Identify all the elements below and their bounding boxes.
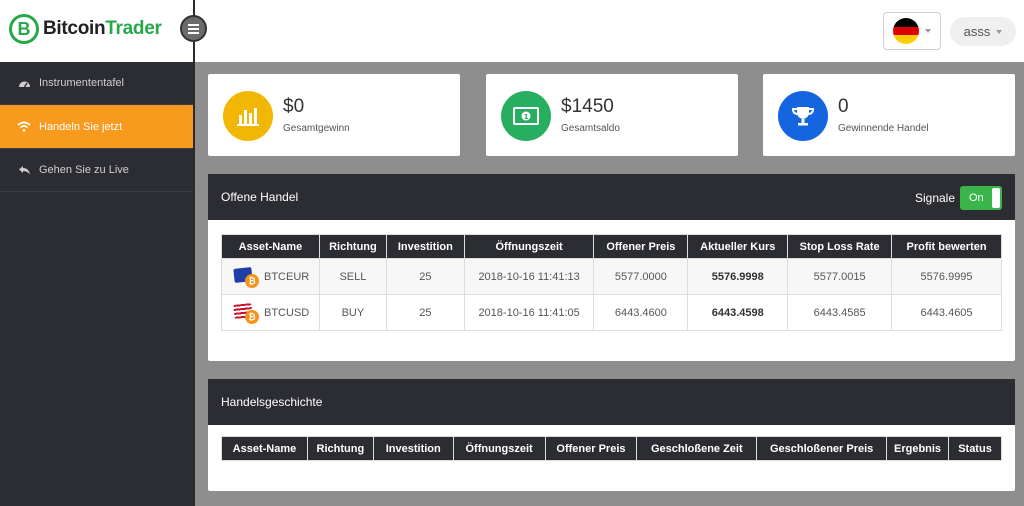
column-header[interactable]: Asset-Name [221,234,320,259]
winning-trades-label: Gewinnende Handel [838,123,929,134]
column-header[interactable]: Stop Loss Rate [787,234,893,259]
money-icon: 1 [501,91,551,141]
asset-cell: ₿ BTCEUR [221,258,320,295]
column-header[interactable]: Asset-Name [221,436,308,461]
open-trades-panel: Offene Handel Signale On Asset-Name Rich… [208,174,1015,361]
sidebar-item-trade-now[interactable]: Handeln Sie jetzt [0,105,193,149]
asset-name: BTCEUR [264,270,310,283]
column-header[interactable]: Richtung [318,234,387,259]
sidebar-divider [193,0,195,506]
table-header-row: Asset-Name Richtung Investition Öffnungs… [221,436,1002,461]
profit-cell: 5576.9995 [891,258,1002,295]
germany-flag-icon [893,18,919,44]
reply-icon [17,163,31,177]
user-menu-button[interactable]: asss [950,17,1016,46]
trade-history-header: Handelsgeschichte [208,379,1015,425]
open-trades-header: Offene Handel Signale On [208,174,1015,220]
stat-card-winning-trades: 0 Gewinnende Handel [763,74,1015,156]
column-header[interactable]: Ergebnis [886,436,949,461]
top-bar: B BitcoinTrader asss [0,0,1024,62]
asset-cell: ₿ BTCUSD [221,294,320,331]
open-trades-table: Asset-Name Richtung Investition Öffnungs… [221,234,1002,331]
signal-toggle[interactable]: On [960,186,1002,210]
bitcoin-logo-icon: B [9,14,39,44]
table-row[interactable]: ₿ BTCEUR SELL 25 2018-10-16 11:41:13 557… [221,258,1002,295]
chevron-down-icon [925,29,931,33]
column-header[interactable]: Status [948,436,1002,461]
table-header-row: Asset-Name Richtung Investition Öffnungs… [221,234,1002,259]
column-header[interactable]: Geschloßener Preis [756,436,888,461]
column-header[interactable]: Aktueller Kurs [687,234,789,259]
profit-cell: 6443.4605 [891,294,1002,331]
sidebar-item-label: Instrumententafel [39,77,124,89]
trade-history-table: Asset-Name Richtung Investition Öffnungs… [221,436,1002,461]
stop-loss-cell: 5577.0015 [787,258,893,295]
trade-history-panel: Handelsgeschichte Asset-Name Richtung In… [208,379,1015,491]
direction-cell: SELL [318,258,387,295]
sidebar-item-label: Handeln Sie jetzt [39,120,123,133]
us-flag-bitcoin-icon: ₿ [232,301,262,325]
investment-cell: 25 [385,294,465,331]
column-header[interactable]: Profit bewerten [891,234,1002,259]
toggle-knob [992,188,1000,208]
direction-cell: BUY [318,294,387,331]
svg-text:1: 1 [524,113,529,121]
menu-toggle-button[interactable] [180,15,207,42]
stop-loss-cell: 6443.4585 [787,294,893,331]
open-price-cell: 5577.0000 [593,258,689,295]
brand-name: BitcoinTrader [43,18,162,40]
brand-logo[interactable]: B BitcoinTrader [9,14,162,44]
language-selector[interactable] [883,12,941,50]
investment-cell: 25 [385,258,465,295]
current-rate-cell: 6443.4598 [687,294,789,331]
winning-trades-value: 0 [838,96,849,117]
brand-name-part2: Trader [105,18,162,39]
total-profit-label: Gesamtgewinn [283,123,350,134]
toggle-label: On [969,192,984,204]
table-row[interactable]: ₿ BTCUSD BUY 25 2018-10-16 11:41:05 6443… [221,294,1002,331]
sidebar: Instrumententafel Handeln Sie jetzt Gehe… [0,62,193,506]
wifi-icon [17,120,31,134]
open-time-cell: 2018-10-16 11:41:05 [463,294,595,331]
chevron-down-icon [996,29,1003,34]
user-name: asss [963,24,991,39]
stat-card-total-profit: $0 Gesamtgewinn [208,74,460,156]
column-header[interactable]: Richtung [306,436,374,461]
column-header[interactable]: Geschloßene Zeit [636,436,758,461]
open-time-cell: 2018-10-16 11:41:13 [463,258,595,295]
total-balance-label: Gesamtsaldo [561,123,620,134]
hamburger-icon [188,27,199,30]
trophy-icon [778,91,828,141]
column-header[interactable]: Offener Preis [593,234,689,259]
brand-name-part1: Bitcoin [43,18,106,39]
column-header[interactable]: Investition [372,436,454,461]
asset-name: BTCUSD [264,306,310,319]
column-header[interactable]: Öffnungszeit [463,234,595,259]
bar-chart-icon [223,91,273,141]
current-rate-cell: 5576.9998 [687,258,789,295]
total-profit-value: $0 [283,96,305,117]
column-header[interactable]: Öffnungszeit [452,436,546,461]
panel-title: Offene Handel [221,190,299,204]
column-header[interactable]: Offener Preis [544,436,638,461]
stat-card-total-balance: 1 $1450 Gesamtsaldo [486,74,738,156]
panel-title: Handelsgeschichte [221,395,323,409]
sidebar-item-label: Gehen Sie zu Live [39,164,129,176]
eu-flag-bitcoin-icon: ₿ [232,265,262,289]
signal-control: Signale On [915,186,1002,210]
sidebar-item-dashboard[interactable]: Instrumententafel [0,62,193,105]
open-price-cell: 6443.4600 [593,294,689,331]
dashboard-icon [17,76,31,90]
column-header[interactable]: Investition [385,234,465,259]
total-balance-value: $1450 [561,96,614,117]
sidebar-item-go-live[interactable]: Gehen Sie zu Live [0,149,193,192]
signal-label: Signale [914,191,955,205]
